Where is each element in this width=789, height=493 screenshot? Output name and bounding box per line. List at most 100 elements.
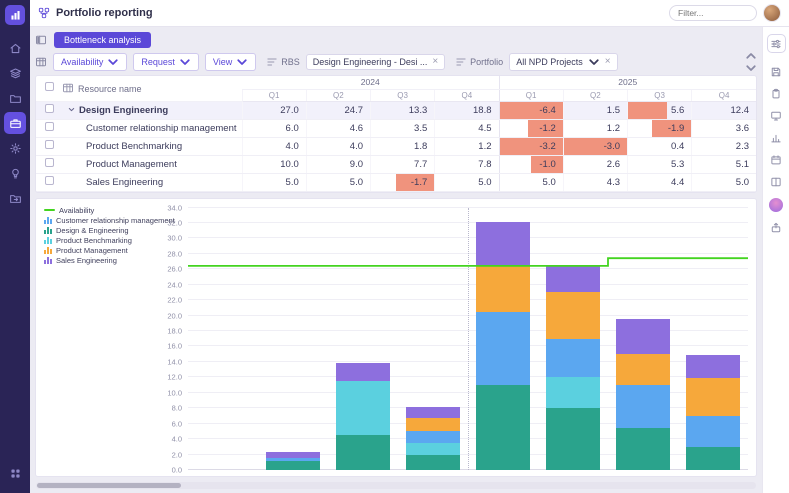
legend-label: Product Benchmarking (56, 236, 132, 245)
row-select-cell (36, 119, 62, 137)
availability-dropdown[interactable]: Availability (53, 53, 127, 71)
sidebar-nav (4, 34, 26, 212)
y-axis-label: 8.0 (172, 404, 182, 413)
value-cell: -6.4 (499, 101, 563, 119)
resource-name-cell[interactable]: Sales Engineering (62, 173, 242, 191)
value-cell: 13.3 (371, 101, 435, 119)
bar-segment (546, 339, 601, 378)
sidebar-item-portfolio[interactable] (4, 112, 26, 134)
rbs-combobox[interactable]: Design Engineering - Desi ... × (306, 54, 445, 70)
main-region: Portfolio reporting Bottleneck analysis … (30, 0, 789, 493)
value-cell: 5.0 (435, 173, 499, 191)
row-checkbox[interactable] (45, 158, 54, 167)
quarter-header: Q4 (435, 89, 499, 101)
sidebar-item-ideas[interactable] (4, 162, 26, 184)
scrollbar-thumb[interactable] (37, 483, 181, 488)
view-dropdown[interactable]: View (205, 53, 256, 71)
presentation-icon (770, 110, 782, 122)
rail-item-charts[interactable] (770, 132, 782, 144)
portfolio-label-group: Portfolio (455, 56, 503, 68)
value-cell: 7.7 (371, 155, 435, 173)
cell-value: 2.3 (736, 141, 749, 152)
resource-name-header-label: Resource name (78, 84, 142, 94)
sidebar-item-projects[interactable] (4, 87, 26, 109)
value-cell: 2.3 (692, 137, 756, 155)
clear-rbs-icon[interactable]: × (432, 58, 438, 66)
stacked-bar (686, 208, 741, 471)
legend-item[interactable]: Product Benchmarking (44, 236, 175, 245)
sidebar-item-plans[interactable] (4, 62, 26, 84)
persona-icon (769, 198, 783, 212)
y-axis-label: 0.0 (172, 466, 182, 475)
app-logo[interactable] (5, 5, 25, 25)
user-avatar[interactable] (763, 4, 781, 22)
row-checkbox[interactable] (45, 104, 54, 113)
sidebar-item-home[interactable] (4, 37, 26, 59)
bar-segment (336, 381, 391, 435)
request-dropdown[interactable]: Request (133, 53, 199, 71)
rail-item-save[interactable] (770, 66, 782, 78)
chart-legend: AvailabilityCustomer relationship manage… (44, 206, 175, 265)
resource-name-cell[interactable]: Design Engineering (62, 101, 242, 119)
clear-portfolio-icon[interactable]: × (605, 58, 611, 66)
portfolio-value: All NPD Projects (516, 57, 583, 67)
bottleneck-chart-card: AvailabilityCustomer relationship manage… (35, 198, 757, 478)
legend-bars-swatch (44, 216, 52, 224)
legend-item[interactable]: Design & Engineering (44, 226, 175, 235)
value-cell: 5.0 (499, 173, 563, 191)
rbs-label-group: RBS (266, 56, 300, 68)
sidebar-item-exports[interactable] (4, 187, 26, 209)
cell-value: 1.5 (607, 105, 620, 116)
resource-name-text: Design Engineering (79, 105, 168, 116)
cell-value: 27.0 (280, 105, 299, 116)
workspace: Bottleneck analysis Availability Request… (30, 27, 789, 493)
collapse-panel-control[interactable] (745, 50, 757, 74)
rail-item-persona[interactable] (769, 198, 783, 212)
legend-label: Design & Engineering (56, 226, 129, 235)
portfolio-combobox[interactable]: All NPD Projects × (509, 53, 617, 71)
legend-item[interactable]: Customer relationship management (44, 216, 175, 225)
collapse-caret-icon[interactable] (68, 106, 75, 113)
rail-item-clipboard[interactable] (770, 88, 782, 100)
cell-value: 18.8 (473, 105, 492, 116)
bar-segment (616, 428, 671, 470)
rail-item-calendar[interactable] (770, 154, 782, 166)
rail-item-layout[interactable] (770, 176, 782, 188)
horizontal-scrollbar[interactable] (36, 482, 756, 489)
legend-item[interactable]: Product Management (44, 246, 175, 255)
chart-plot-area: 0.02.04.06.08.010.012.014.016.018.020.02… (188, 208, 748, 471)
chevron-up-icon (745, 50, 757, 62)
value-cell: 4.6 (306, 119, 370, 137)
sidebar-apps-button[interactable] (9, 467, 22, 485)
resource-name-cell[interactable]: Product Management (62, 155, 242, 173)
rail-item-filters[interactable] (767, 34, 786, 53)
chevron-down-icon (588, 56, 600, 68)
bottleneck-analysis-button[interactable]: Bottleneck analysis (54, 32, 151, 48)
row-checkbox[interactable] (45, 122, 54, 131)
row-checkbox[interactable] (45, 176, 54, 185)
select-all-checkbox[interactable] (45, 82, 54, 91)
cell-value: 10.0 (280, 159, 299, 170)
legend-item[interactable]: Sales Engineering (44, 256, 175, 265)
cell-value: 4.0 (350, 141, 363, 152)
bar-slot-q3-2025 (608, 208, 678, 471)
row-checkbox[interactable] (45, 140, 54, 149)
value-cell: 1.8 (371, 137, 435, 155)
sidebar-item-settings[interactable] (4, 137, 26, 159)
rail-item-presentation[interactable] (770, 110, 782, 122)
folder-icon (9, 92, 22, 105)
filter-input[interactable] (669, 5, 757, 21)
panel-toggle-icon[interactable] (35, 34, 47, 46)
rail-item-export[interactable] (770, 222, 782, 234)
table-settings-icon[interactable] (35, 56, 47, 68)
y-axis-label: 14.0 (167, 357, 182, 366)
chevron-down-icon (236, 56, 248, 68)
resource-name-cell[interactable]: Product Benchmarking (62, 137, 242, 155)
value-cell: 2.6 (563, 155, 627, 173)
dropdown-label: Availability (61, 57, 103, 67)
y-axis-label: 4.0 (172, 435, 182, 444)
value-cell: -1.9 (628, 119, 692, 137)
legend-item[interactable]: Availability (44, 206, 175, 215)
cell-value: 4.0 (286, 141, 299, 152)
resource-name-cell[interactable]: Customer relationship management (62, 119, 242, 137)
